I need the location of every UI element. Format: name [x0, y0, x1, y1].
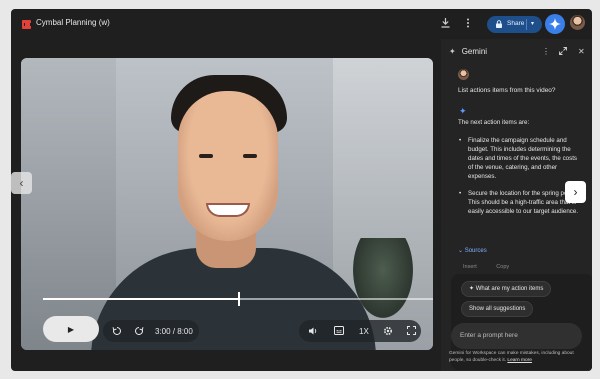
chevron-down-icon[interactable]: ▾ [531, 20, 534, 27]
gemini-response-icon: ✦ [459, 106, 467, 116]
suggestion-label: What are my action items [475, 286, 544, 292]
sparkle-icon: ✦ [469, 286, 476, 292]
avatar [458, 69, 469, 80]
captions-icon[interactable] [334, 326, 344, 337]
video-progress-bar[interactable] [43, 292, 433, 306]
chevron-right-icon: › [573, 185, 578, 199]
gemini-sparkle-icon [549, 18, 561, 30]
share-separator [526, 19, 527, 30]
more-vert-icon[interactable] [466, 18, 470, 32]
copy-button[interactable]: Copy [496, 264, 509, 270]
download-icon[interactable] [441, 18, 450, 32]
fullscreen-icon[interactable] [407, 326, 416, 337]
next-button[interactable]: › [565, 181, 586, 203]
previous-button[interactable]: ‹ [11, 172, 32, 194]
response-actions: Insert Copy [463, 264, 509, 270]
forward-10-icon[interactable] [134, 326, 144, 338]
response-intro: The next action items are: [458, 119, 530, 126]
sources-toggle[interactable]: ⌄ Sources [458, 247, 487, 254]
learn-more-link[interactable]: Learn more [507, 358, 532, 363]
share-button[interactable]: Share ▾ [487, 16, 542, 33]
action-items-list: Finalize the campaign schedule and budge… [458, 137, 583, 217]
user-prompt: List actions items from this video? [458, 87, 556, 94]
video-file-icon [22, 20, 31, 29]
person-eye-right [243, 154, 257, 158]
player-options: 1X [299, 320, 421, 342]
chevron-down-icon: ⌄ [458, 248, 465, 254]
disclaimer: Gemini for Workspace can make mistakes, … [449, 351, 581, 364]
time-display: 3:00 / 8:00 [155, 327, 193, 336]
play-button[interactable]: ▶ [43, 316, 99, 342]
user-avatar[interactable] [570, 15, 585, 30]
progress-scrubber[interactable] [238, 292, 240, 306]
suggestion-chip[interactable]: ✦ What are my action items [461, 281, 552, 297]
progress-fill [43, 298, 238, 300]
more-vert-icon[interactable]: ⋮ [542, 47, 550, 56]
document-title: Cymbal Planning (w) [36, 18, 110, 27]
top-bar: Cymbal Planning (w) Share ▾ [11, 9, 592, 39]
sources-label: Sources [464, 248, 487, 254]
video-player[interactable]: ▶ 3:00 / 8:00 1X [21, 58, 433, 350]
insert-button[interactable]: Insert [463, 264, 477, 270]
gemini-sparkle-icon: ✦ [449, 47, 456, 56]
gemini-panel-title: Gemini [461, 47, 488, 56]
share-label: Share [507, 20, 525, 27]
settings-icon[interactable] [383, 326, 393, 338]
volume-icon[interactable] [308, 326, 318, 338]
playback-controls: 3:00 / 8:00 [103, 320, 199, 342]
person-face [178, 91, 278, 241]
background-wall [21, 58, 116, 350]
lock-icon [496, 20, 502, 28]
chevron-left-icon: ‹ [19, 176, 24, 190]
gemini-response: The next action items are: Finalize the … [458, 119, 583, 226]
app-window: Cymbal Planning (w) Share ▾ ▶ 3:00 / 8:0… [11, 9, 592, 371]
play-icon: ▶ [67, 324, 75, 334]
expand-icon[interactable] [559, 47, 567, 57]
list-item: Finalize the campaign schedule and budge… [459, 137, 583, 182]
playback-speed[interactable]: 1X [359, 327, 369, 336]
person-eye-left [199, 154, 213, 158]
gemini-button[interactable] [545, 14, 565, 34]
show-all-suggestions-button[interactable]: Show all suggestions [461, 301, 534, 317]
gemini-side-panel: ✦ Gemini ⋮ ✕ List actions items from this… [441, 39, 592, 371]
prompt-input[interactable]: Enter a prompt here [451, 323, 582, 349]
rewind-10-icon[interactable] [112, 326, 122, 338]
gemini-panel-header: ✦ Gemini [449, 47, 487, 56]
close-icon[interactable]: ✕ [578, 47, 585, 56]
